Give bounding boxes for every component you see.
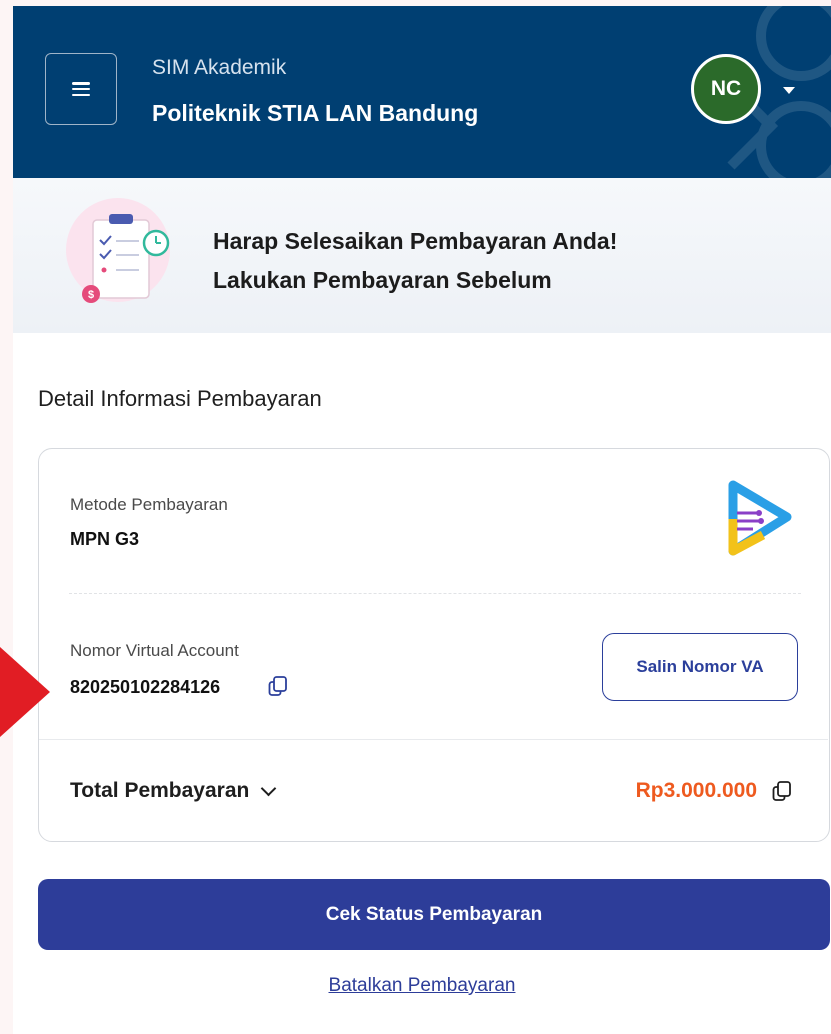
payment-checklist-illustration: $ bbox=[66, 198, 170, 303]
payment-reminder-banner: $ Harap Selesaikan Pembayaran Anda! Laku… bbox=[13, 178, 831, 333]
total-payment-amount: Rp3.000.000 bbox=[635, 779, 757, 802]
total-payment-label: Total Pembayaran bbox=[70, 779, 250, 802]
hamburger-menu-icon bbox=[72, 82, 90, 96]
va-number-value: 820250102284126 bbox=[70, 677, 221, 697]
check-status-button[interactable]: Cek Status Pembayaran bbox=[38, 879, 830, 950]
payment-method-value: MPN G3 bbox=[70, 529, 140, 549]
app-subtitle: SIM Akademik bbox=[152, 56, 287, 79]
payment-method-label: Metode Pembayaran bbox=[70, 495, 228, 514]
menu-button[interactable] bbox=[45, 53, 117, 125]
section-title: Detail Informasi Pembayaran bbox=[38, 386, 322, 411]
payment-detail-card: Metode Pembayaran MPN G3 Nomor Virtual A… bbox=[38, 448, 830, 842]
user-avatar[interactable]: NC bbox=[691, 54, 761, 124]
va-number-label: Nomor Virtual Account bbox=[70, 641, 239, 660]
banner-subtitle: Lakukan Pembayaran Sebelum bbox=[213, 267, 552, 293]
dashed-divider bbox=[69, 593, 801, 594]
card-divider bbox=[39, 739, 828, 740]
cancel-payment-link[interactable]: Batalkan Pembayaran bbox=[13, 975, 831, 997]
mpn-g3-logo bbox=[728, 480, 792, 556]
copy-va-button[interactable]: Salin Nomor VA bbox=[602, 633, 798, 701]
copy-va-icon[interactable] bbox=[267, 675, 289, 697]
caret-down-icon[interactable] bbox=[783, 87, 795, 94]
copy-amount-icon[interactable] bbox=[771, 780, 793, 802]
payment-page: SIM Akademik Politeknik STIA LAN Bandung… bbox=[13, 6, 831, 1034]
app-header: SIM Akademik Politeknik STIA LAN Bandung… bbox=[13, 6, 831, 178]
chevron-down-icon bbox=[261, 780, 277, 796]
svg-text:$: $ bbox=[88, 289, 94, 301]
red-arrow-marker bbox=[0, 647, 50, 737]
banner-title: Harap Selesaikan Pembayaran Anda! bbox=[213, 228, 618, 254]
app-title: Politeknik STIA LAN Bandung bbox=[152, 100, 479, 126]
total-payment-toggle[interactable]: Total Pembayaran bbox=[70, 779, 277, 803]
